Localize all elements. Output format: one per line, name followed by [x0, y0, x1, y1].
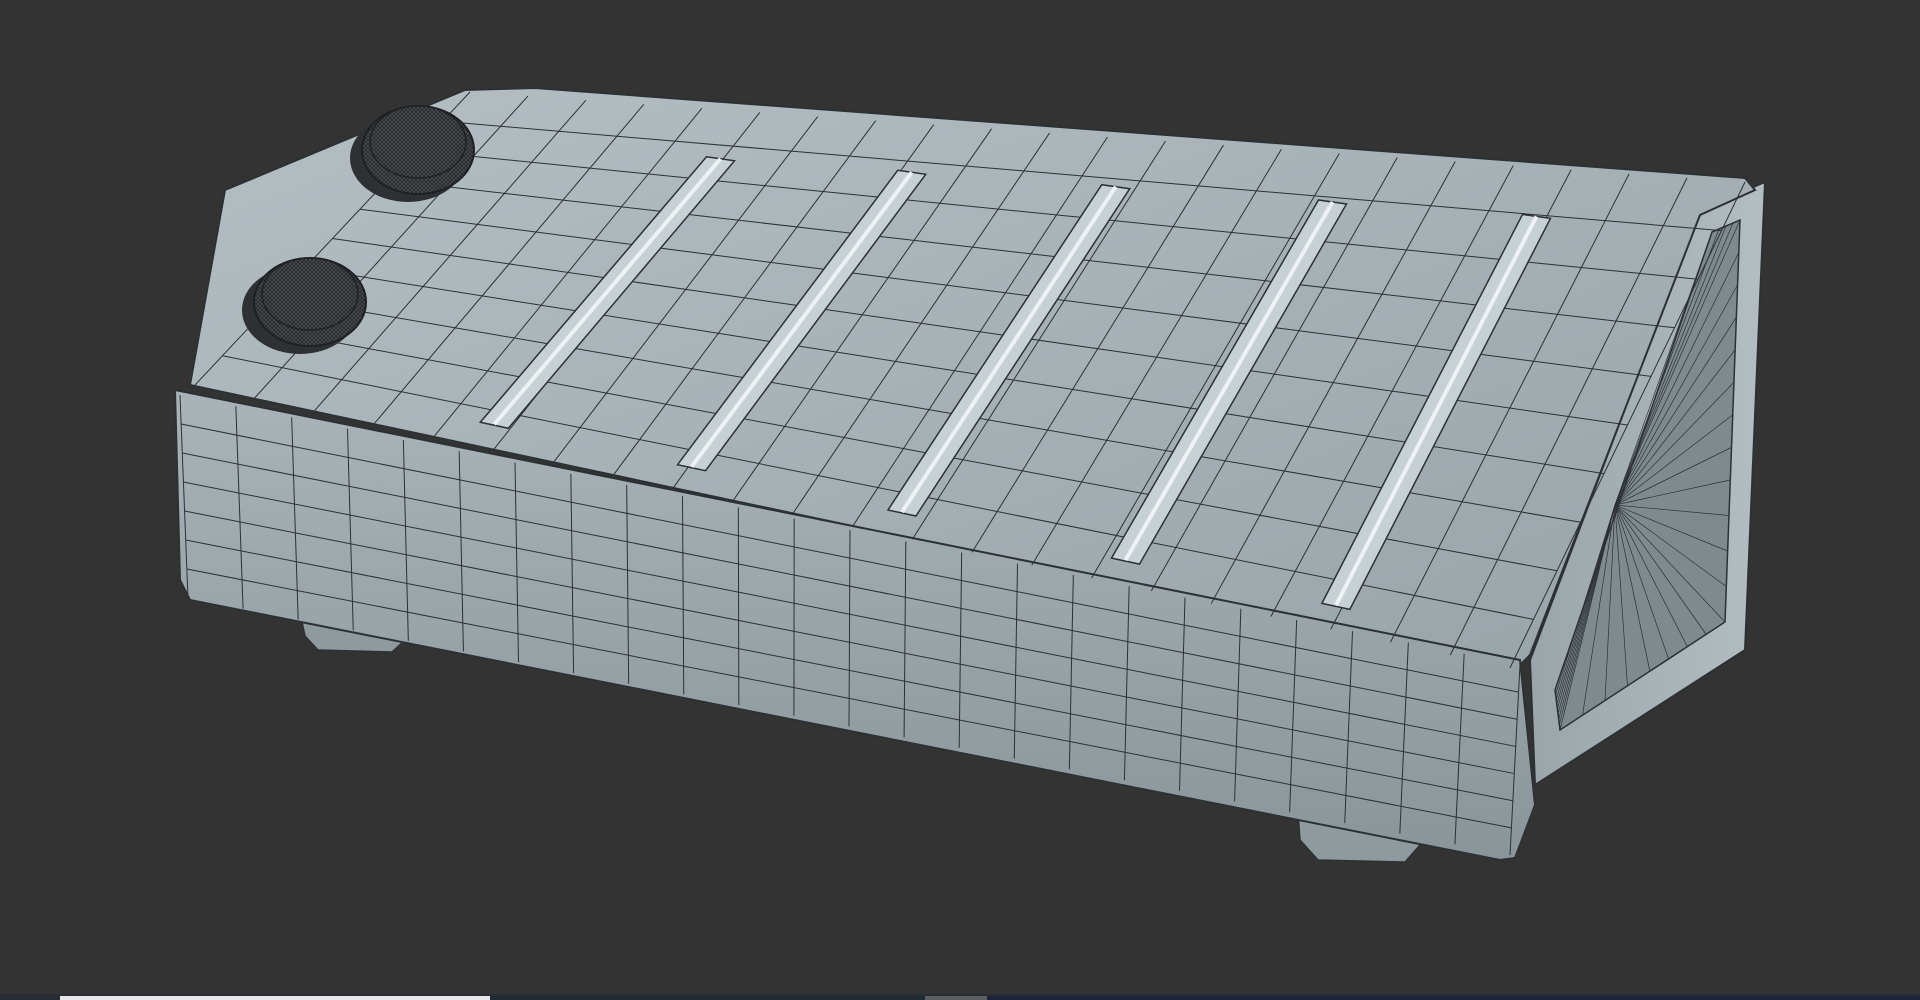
3d-viewport[interactable] — [0, 0, 1920, 1000]
timeline-light-segment[interactable] — [60, 996, 490, 1000]
timeline-bar[interactable] — [0, 994, 1920, 1000]
timeline-track-segment[interactable] — [490, 996, 925, 1000]
timeline-handle[interactable] — [925, 996, 987, 1000]
wire-edge — [737, 507, 740, 706]
viewport-canvas — [173, 86, 1767, 863]
timeline-rest-segment[interactable] — [987, 996, 1920, 1000]
